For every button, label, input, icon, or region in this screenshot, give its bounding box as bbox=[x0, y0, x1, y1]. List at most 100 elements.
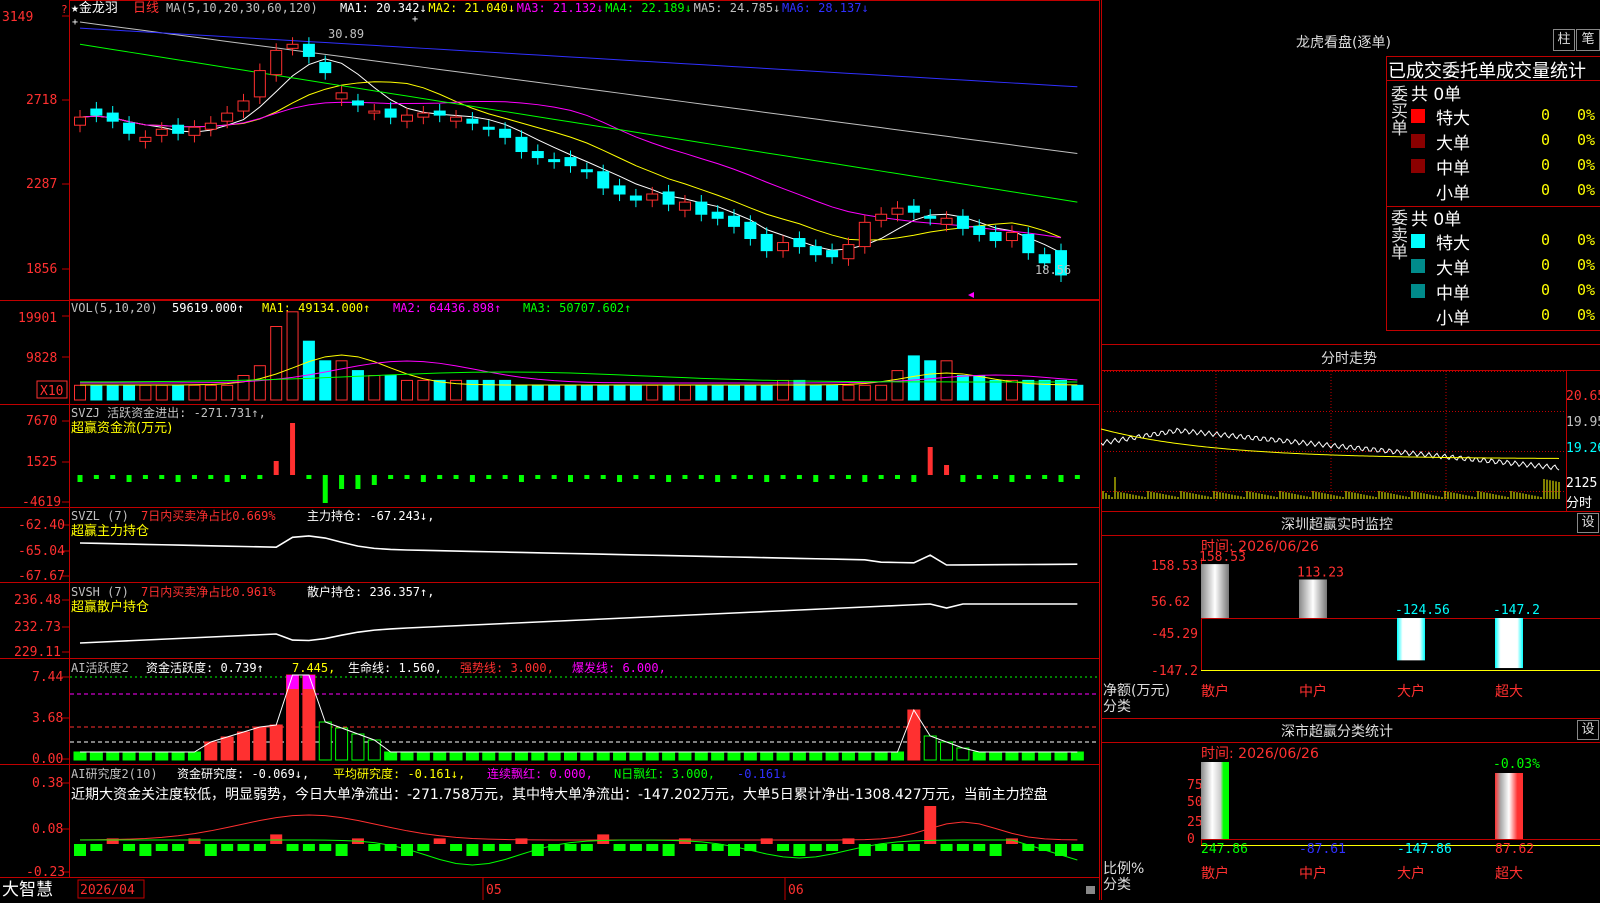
vol-ma3: MA3: 50707.602↑ bbox=[523, 301, 631, 315]
candle-body bbox=[433, 110, 446, 116]
price-label-3: 2287 bbox=[26, 177, 57, 192]
row-pct: 0% bbox=[1577, 181, 1596, 199]
svzj-bar bbox=[224, 475, 230, 482]
row-count: 0 bbox=[1541, 131, 1551, 149]
question-icon[interactable]: ? bbox=[61, 3, 68, 16]
vol-bar bbox=[237, 375, 250, 401]
buy-side-label: 委买单 bbox=[1387, 85, 1407, 136]
ai1-bars bbox=[73, 674, 1084, 761]
vol-bar bbox=[875, 384, 888, 401]
row-count: 0 bbox=[1541, 181, 1551, 199]
candle-body bbox=[155, 128, 168, 136]
mon-category: 超大 bbox=[1495, 684, 1523, 700]
candle-body bbox=[891, 207, 904, 215]
lock-icon[interactable] bbox=[1086, 886, 1095, 894]
cls-top-label: -0.03% bbox=[1493, 757, 1540, 772]
row-count: 0 bbox=[1541, 106, 1551, 124]
vol-bar bbox=[1055, 379, 1067, 401]
row-label: 中单 bbox=[1436, 159, 1470, 179]
candle-body bbox=[907, 205, 920, 213]
vol-bar bbox=[973, 375, 986, 401]
ai2-bar bbox=[221, 844, 234, 851]
vol-bar bbox=[351, 370, 364, 401]
intraday-title: 分时走势 bbox=[1321, 351, 1377, 367]
row-pct: 0% bbox=[1577, 231, 1596, 249]
high-price-label: 30.89 bbox=[328, 27, 364, 41]
vol-bar bbox=[302, 340, 315, 401]
row-label: 特大 bbox=[1436, 234, 1470, 254]
candle-body bbox=[450, 116, 463, 122]
ai1-bar bbox=[73, 751, 87, 761]
ai1-bar bbox=[449, 751, 463, 761]
brand-label: 大智慧 bbox=[2, 880, 53, 900]
intraday-chart[interactable] bbox=[1101, 371, 1600, 511]
cls-bar bbox=[1201, 762, 1229, 839]
ai2-bar bbox=[450, 844, 463, 851]
price-label-4: 1856 bbox=[26, 262, 57, 277]
ma-legend-value: 21.132↓ bbox=[553, 1, 604, 15]
monitor-settings-button[interactable]: 设 bbox=[1577, 513, 1599, 533]
legend-swatch bbox=[1411, 259, 1425, 273]
vol-header: VOL(5,10,20) bbox=[71, 301, 158, 315]
vol-bar bbox=[270, 326, 283, 401]
row-count: 0 bbox=[1541, 281, 1551, 299]
mon-value: -124.56 bbox=[1395, 603, 1450, 618]
ai2-bars bbox=[74, 806, 1084, 856]
ai1-bar bbox=[809, 751, 823, 761]
row-pct: 0% bbox=[1577, 106, 1596, 124]
ai2-bar bbox=[237, 844, 250, 851]
ai2-bar bbox=[466, 844, 479, 856]
vol-label-2: 9828 bbox=[26, 351, 57, 366]
row-pct: 0% bbox=[1577, 156, 1596, 174]
xaxis-label-3: 06 bbox=[788, 883, 804, 898]
vol-bar bbox=[842, 384, 855, 401]
vol-bar bbox=[188, 384, 201, 401]
classify-settings-button[interactable]: 设 bbox=[1577, 720, 1599, 740]
svsh-pct: 7日内买卖净占比0.961% bbox=[141, 584, 276, 599]
svzl-line bbox=[79, 535, 1078, 566]
ai2-bar bbox=[368, 844, 381, 851]
chart-area[interactable]: ★金龙羽 日线 MA(5,10,20,30,60,120) MA1: 20.34… bbox=[0, 0, 1101, 900]
vol-bar bbox=[499, 379, 512, 401]
mon-value: 113.23 bbox=[1297, 566, 1344, 581]
candle-body bbox=[499, 128, 512, 138]
period-label[interactable]: 日线 bbox=[133, 1, 159, 16]
cls-y-label: 0 bbox=[1187, 832, 1195, 847]
mon-category: 大户 bbox=[1397, 683, 1425, 700]
ai2-bar bbox=[907, 844, 920, 851]
bar-mode-button[interactable]: 柱 bbox=[1553, 29, 1575, 51]
intraday-label-1: 20.65 bbox=[1566, 389, 1600, 404]
svzj-bar bbox=[600, 475, 606, 479]
svzj-bar bbox=[976, 475, 982, 479]
candle-body bbox=[172, 124, 185, 134]
ai1-label-1: 7.44 bbox=[32, 670, 63, 685]
stock-chart-svg[interactable]: ★金龙羽 日线 MA(5,10,20,30,60,120) MA1: 20.34… bbox=[0, 0, 1101, 900]
pen-mode-button[interactable]: 笔 bbox=[1576, 29, 1600, 51]
ma-legend-value: 24.785↓ bbox=[730, 1, 781, 15]
ai2-bar bbox=[155, 844, 168, 851]
vol-bar bbox=[924, 360, 937, 401]
ai1-bar bbox=[237, 731, 250, 761]
svzj-bar bbox=[469, 475, 475, 482]
svzj-bar bbox=[273, 461, 279, 475]
classify-chart: 75 50 25 0 247.86 散户 -87.61 中户 -147.86 大户 87.62 超大 -… bbox=[1187, 757, 1600, 882]
vol-bar bbox=[155, 384, 168, 401]
vol-bar bbox=[433, 379, 446, 401]
svzj-bar bbox=[1074, 475, 1080, 479]
svzj-bar bbox=[715, 475, 721, 482]
vol-bar bbox=[678, 384, 691, 401]
candle-body bbox=[728, 215, 740, 227]
ma4-line bbox=[79, 43, 1078, 203]
ai2-bar bbox=[826, 844, 839, 851]
svzj-label-2: 1525 bbox=[26, 455, 57, 470]
svzj-bar bbox=[518, 475, 524, 482]
ai2-bar bbox=[188, 838, 201, 844]
ai2-e: -0.161↓ bbox=[737, 767, 788, 781]
ai2-bar bbox=[924, 806, 937, 844]
svzj-bar bbox=[617, 475, 623, 482]
cross-icon: + bbox=[412, 14, 418, 25]
svzj-bar bbox=[371, 475, 377, 485]
svzj-bar bbox=[355, 475, 361, 489]
vol-bar bbox=[172, 384, 185, 401]
ai1-label-2: 3.68 bbox=[32, 711, 63, 726]
